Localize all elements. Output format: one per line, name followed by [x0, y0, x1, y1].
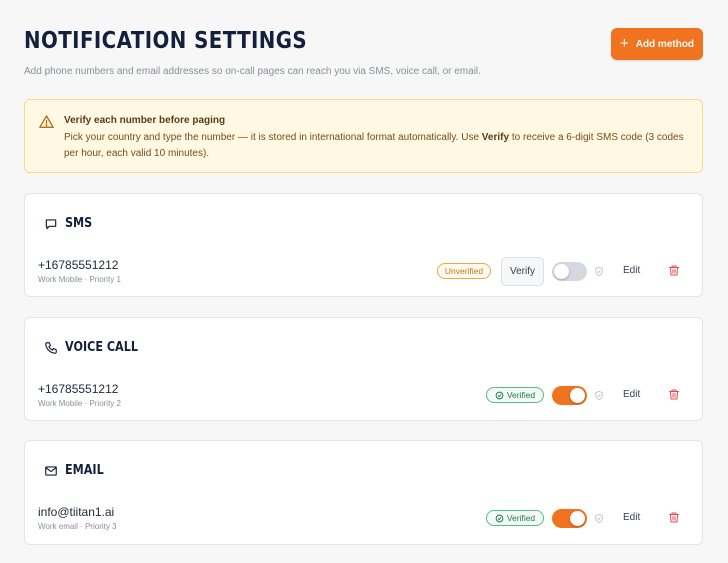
- trash-icon[interactable]: [668, 388, 680, 401]
- email-card-title: EMAIL: [65, 463, 104, 478]
- sms-card-header: SMS: [44, 216, 97, 231]
- verified-badge-label: Verified: [506, 513, 536, 523]
- add-method-label: Add method: [635, 38, 695, 50]
- shield-check-icon: [595, 513, 603, 524]
- sms-number: +16785551212: [38, 258, 119, 272]
- phone-icon: [45, 341, 57, 354]
- trash-icon[interactable]: [668, 264, 680, 277]
- email-card-header: EMAIL: [44, 463, 110, 478]
- alert-body-text-1: Pick your country and type the number — …: [64, 132, 482, 143]
- verified-badge: Verified: [486, 510, 544, 526]
- verified-badge: Verified: [486, 387, 544, 403]
- voice-card-title: VOICE CALL: [65, 340, 138, 355]
- warning-triangle-icon: [39, 115, 54, 128]
- sms-card-title: SMS: [65, 216, 93, 231]
- chat-bubble-icon: [45, 218, 57, 229]
- sms-meta: Work Mobile · Priority 1: [38, 275, 121, 284]
- alert-title: Verify each number before paging: [64, 115, 226, 126]
- page-title: NOTIFICATION SETTINGS: [24, 28, 308, 54]
- email-edit-button[interactable]: Edit: [623, 512, 640, 523]
- unverified-badge-label: Unverified: [444, 266, 484, 276]
- page-subtitle: Add phone numbers and email addresses so…: [24, 66, 481, 77]
- envelope-icon: [45, 465, 57, 476]
- alert-body: Pick your country and type the number — …: [64, 130, 694, 162]
- sms-method-card: SMS +16785551212 Work Mobile · Priority …: [24, 193, 703, 297]
- email-enable-toggle[interactable]: [552, 509, 587, 528]
- voice-number: +16785551212: [38, 382, 119, 396]
- email-method-card: EMAIL info@tiitan1.ai Work email · Prior…: [24, 440, 703, 545]
- voice-call-method-card: VOICE CALL +16785551212 Work Mobile · Pr…: [24, 317, 703, 421]
- voice-meta: Work Mobile · Priority 2: [38, 399, 121, 408]
- verified-badge-label: Verified: [506, 390, 536, 400]
- trash-icon[interactable]: [668, 511, 680, 524]
- shield-check-icon: [595, 266, 603, 277]
- plus-icon: +: [619, 35, 629, 52]
- toggle-knob: [554, 264, 569, 279]
- voice-edit-button[interactable]: Edit: [623, 389, 640, 400]
- shield-check-icon: [595, 390, 603, 401]
- toggle-knob: [570, 388, 585, 403]
- sms-edit-button[interactable]: Edit: [623, 265, 640, 276]
- email-address: info@tiitan1.ai: [38, 505, 115, 519]
- check-circle-icon: [495, 391, 504, 399]
- check-circle-icon: [495, 514, 504, 522]
- verify-alert: Verify each number before paging Pick yo…: [24, 99, 703, 173]
- add-method-button[interactable]: + Add method: [611, 28, 703, 60]
- email-meta: Work email · Priority 3: [38, 522, 117, 531]
- toggle-knob: [570, 511, 585, 526]
- voice-card-header: VOICE CALL: [44, 340, 150, 355]
- unverified-badge: Unverified: [437, 263, 491, 279]
- voice-enable-toggle[interactable]: [552, 386, 587, 405]
- alert-body-verify-keyword: Verify: [481, 132, 510, 143]
- sms-enable-toggle[interactable]: [552, 262, 587, 281]
- verify-button[interactable]: Verify: [501, 257, 544, 286]
